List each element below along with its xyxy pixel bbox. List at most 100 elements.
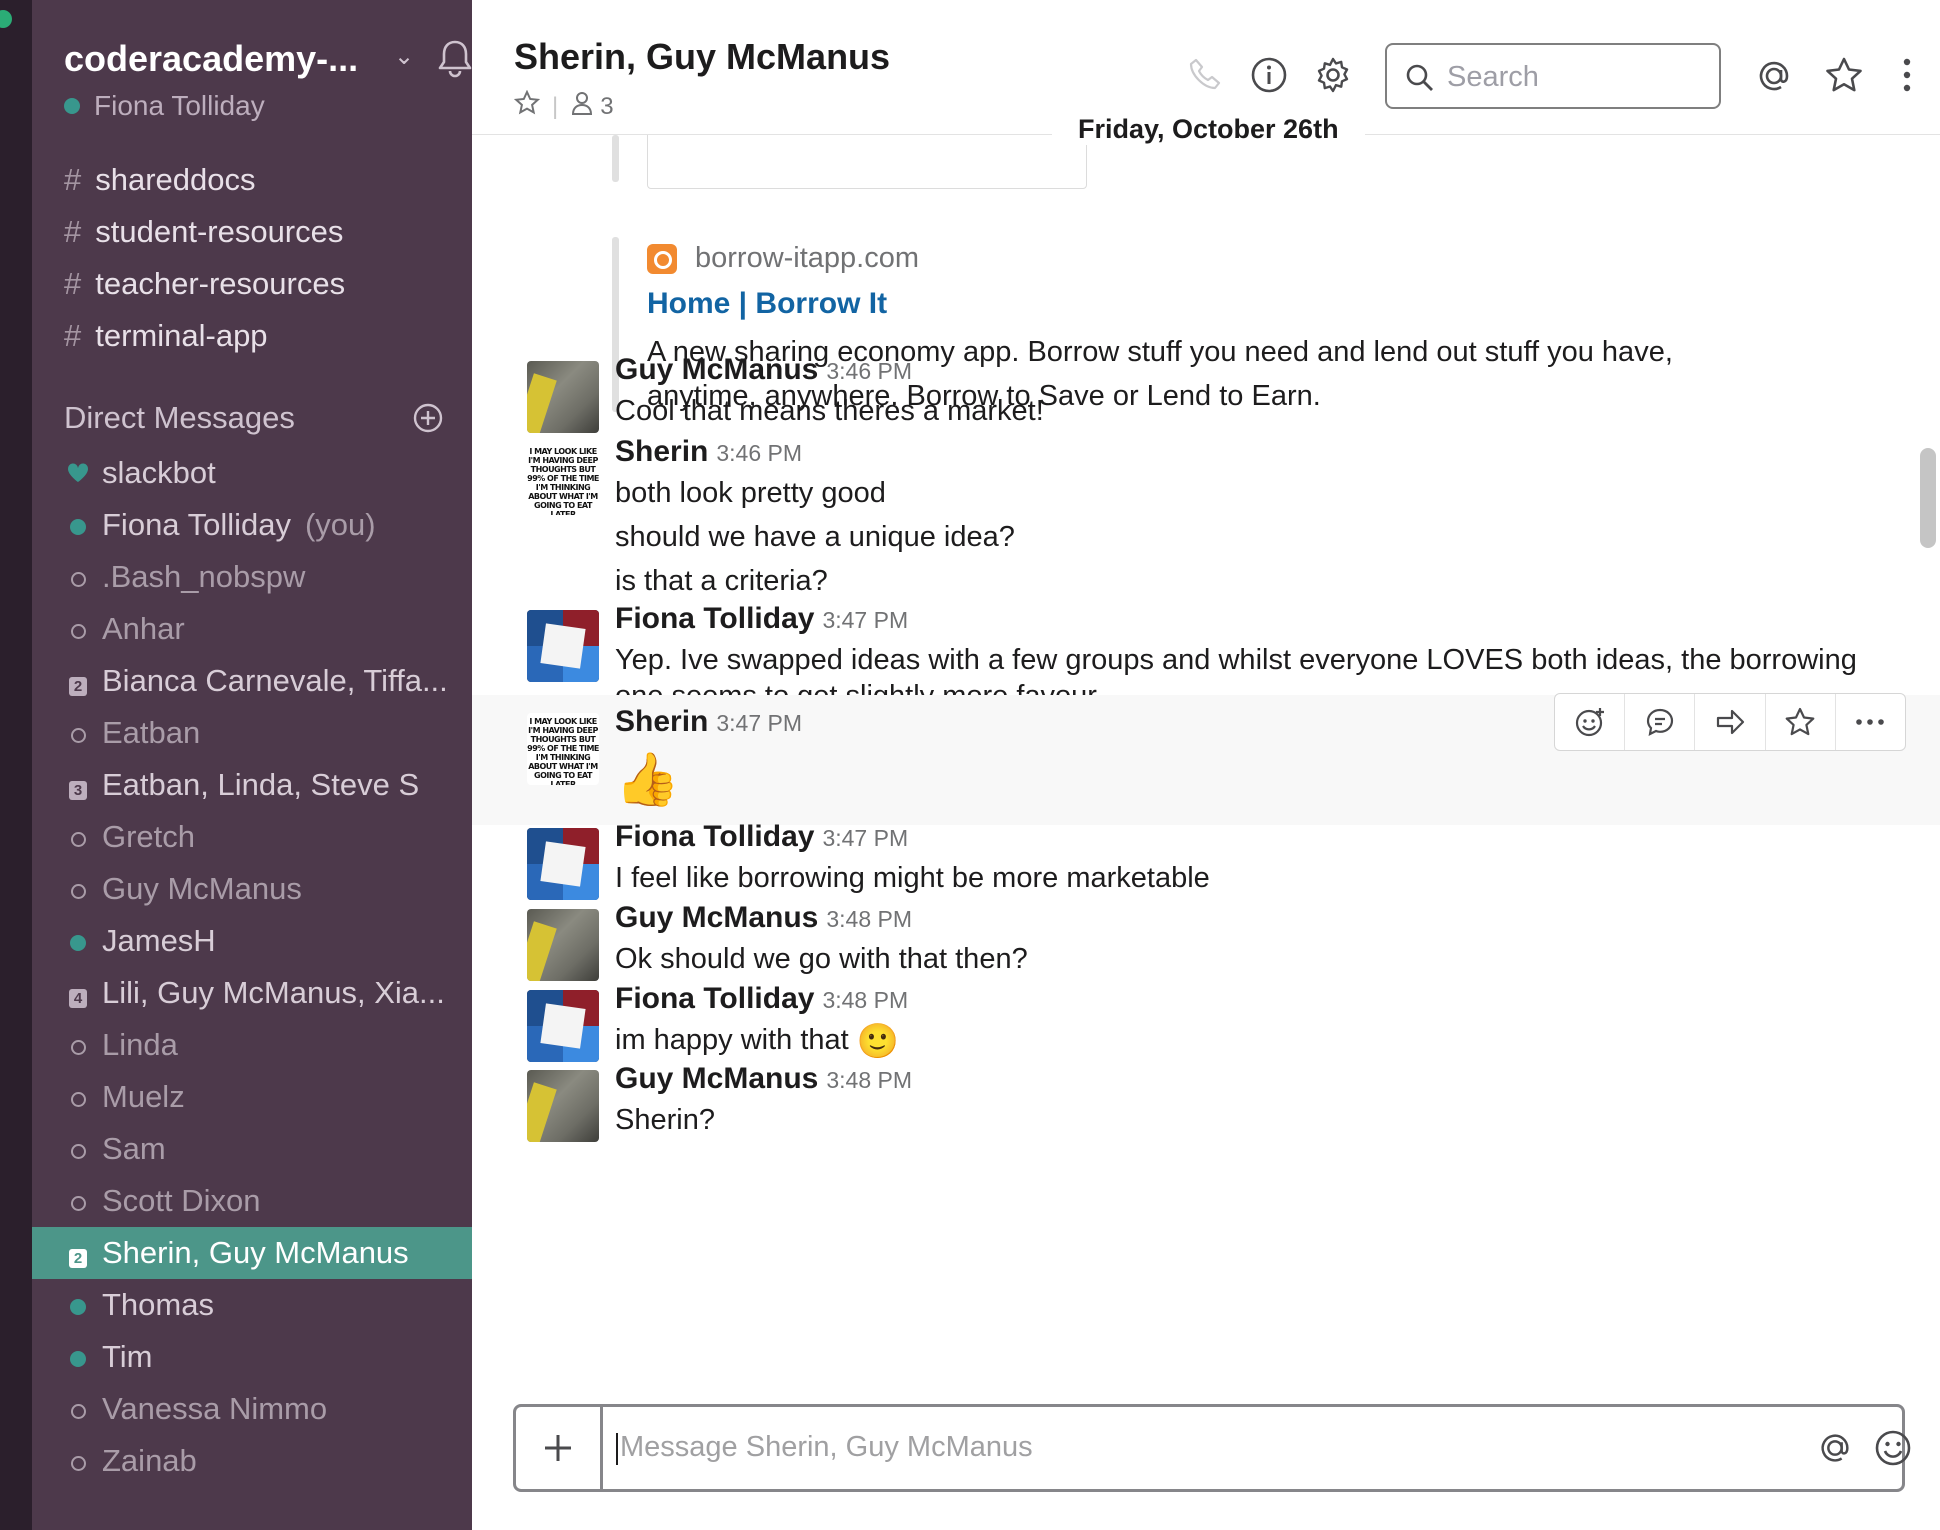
- dm-item[interactable]: Sam: [32, 1123, 472, 1175]
- message-timestamp[interactable]: 3:47 PM: [822, 607, 908, 633]
- message-composer[interactable]: Message Sherin, Guy McManus: [513, 1404, 1911, 1492]
- unfurl-title-link[interactable]: Home | Borrow It: [647, 287, 887, 321]
- message-timestamp[interactable]: 3:47 PM: [822, 825, 908, 851]
- message-timestamp[interactable]: 3:48 PM: [826, 906, 912, 932]
- dm-item[interactable]: Vanessa Nimmo: [32, 1383, 472, 1435]
- avatar[interactable]: [527, 1070, 599, 1142]
- star-icon[interactable]: [513, 89, 541, 123]
- dm-item[interactable]: Gretch: [32, 811, 472, 863]
- dm-item[interactable]: Eatban: [32, 707, 472, 759]
- avatar[interactable]: [527, 828, 599, 900]
- add-attachment-button[interactable]: [516, 1407, 603, 1489]
- message-author[interactable]: Guy McManus: [615, 1062, 818, 1095]
- avatar[interactable]: [527, 361, 599, 433]
- star-message-icon[interactable]: [1766, 694, 1836, 750]
- meta-separator: |: [552, 92, 559, 120]
- dm-item[interactable]: 3 Eatban, Linda, Steve S: [32, 759, 472, 811]
- dm-item[interactable]: Linda: [32, 1019, 472, 1071]
- conversation-meta: | 3: [513, 89, 614, 123]
- message[interactable]: Guy McManus 3:48 PM Sherin?: [472, 1062, 1940, 1143]
- share-icon[interactable]: [1695, 694, 1766, 750]
- message-author[interactable]: Sherin: [615, 435, 708, 468]
- dm-item[interactable]: slackbot: [32, 447, 472, 499]
- message-timestamp[interactable]: 3:48 PM: [826, 1067, 912, 1093]
- more-actions-icon[interactable]: [1836, 694, 1905, 750]
- message-timestamp[interactable]: 3:46 PM: [826, 358, 912, 384]
- team-menu[interactable]: coderacademy-... ⌄: [64, 38, 472, 80]
- add-dm-icon[interactable]: [412, 402, 444, 434]
- message[interactable]: Guy McManus 3:48 PM Ok should we go with t…: [472, 901, 1940, 982]
- message-author[interactable]: Guy McManus: [615, 353, 818, 386]
- presence-away-icon: [70, 883, 86, 899]
- message-timestamp[interactable]: 3:48 PM: [822, 987, 908, 1013]
- presence-away-icon: [70, 1143, 86, 1159]
- dm-item[interactable]: .Bash_nobspw: [32, 551, 472, 603]
- dm-item[interactable]: Thomas: [32, 1279, 472, 1331]
- thread-reply-icon[interactable]: [1625, 694, 1696, 750]
- dm-item[interactable]: JamesH: [32, 915, 472, 967]
- presence-away-icon: [70, 623, 86, 639]
- attachment-preview[interactable]: [647, 135, 1087, 189]
- member-count[interactable]: 3: [600, 93, 613, 121]
- message-author[interactable]: Fiona Tolliday: [615, 982, 814, 1015]
- team-name[interactable]: coderacademy-...: [64, 38, 358, 80]
- dm-item[interactable]: Tim: [32, 1331, 472, 1383]
- avatar[interactable]: I MAY LOOK LIKE I'M HAVING DEEP THOUGHTS…: [527, 713, 599, 785]
- message-timestamp[interactable]: 3:46 PM: [716, 440, 802, 466]
- presence-indicator: 4: [64, 967, 92, 1019]
- message[interactable]: I MAY LOOK LIKE I'M HAVING DEEP THOUGHTS…: [472, 435, 1940, 602]
- message-timestamp[interactable]: 3:47 PM: [716, 710, 802, 736]
- more-vertical-icon[interactable]: [1900, 56, 1914, 99]
- dm-item[interactable]: Guy McManus: [32, 863, 472, 915]
- add-reaction-icon[interactable]: [1555, 694, 1626, 750]
- dm-item[interactable]: Fiona Tolliday (you): [32, 499, 472, 551]
- message-actions: [1554, 693, 1906, 751]
- starred-items-icon[interactable]: [1824, 56, 1864, 101]
- hash-icon: #: [64, 266, 82, 301]
- avatar[interactable]: [527, 990, 599, 1062]
- dm-item[interactable]: Zainab: [32, 1435, 472, 1487]
- avatar[interactable]: [527, 909, 599, 981]
- dm-item[interactable]: Muelz: [32, 1071, 472, 1123]
- info-icon[interactable]: [1250, 56, 1288, 99]
- search-input[interactable]: Search: [1385, 43, 1721, 109]
- emoji-icon[interactable]: [1874, 1429, 1912, 1472]
- presence-indicator: [64, 915, 92, 967]
- dm-item[interactable]: 2 Sherin, Guy McManus: [32, 1227, 472, 1279]
- message[interactable]: Guy McManus 3:46 PM Cool that means theres…: [472, 353, 1940, 434]
- dm-item[interactable]: 2 Bianca Carnevale, Tiffa...: [32, 655, 472, 707]
- gear-icon[interactable]: [1314, 56, 1352, 99]
- dm-item[interactable]: 4 Lili, Guy McManus, Xia...: [32, 967, 472, 1019]
- message-author[interactable]: Fiona Tolliday: [615, 602, 814, 635]
- message[interactable]: I MAY LOOK LIKE I'M HAVING DEEP THOUGHTS…: [472, 693, 1940, 825]
- mentions-icon[interactable]: [1754, 56, 1794, 101]
- scrollbar[interactable]: [1920, 448, 1936, 548]
- message-author[interactable]: Guy McManus: [615, 901, 818, 934]
- dm-item[interactable]: Anhar: [32, 603, 472, 655]
- message-author[interactable]: Fiona Tolliday: [615, 820, 814, 853]
- dm-item[interactable]: Scott Dixon: [32, 1175, 472, 1227]
- dm-label: Zainab: [102, 1443, 197, 1478]
- message-author[interactable]: Sherin: [615, 705, 708, 738]
- channel-item[interactable]: # student-resources: [32, 206, 472, 258]
- bell-icon[interactable]: [436, 38, 472, 83]
- channel-item[interactable]: # terminal-app: [32, 310, 472, 362]
- mention-icon[interactable]: [1816, 1429, 1854, 1472]
- chevron-down-icon[interactable]: ⌄: [394, 42, 414, 71]
- presence-away-icon: [70, 1455, 86, 1471]
- phone-icon[interactable]: [1187, 56, 1223, 97]
- message[interactable]: Fiona Tolliday 3:48 PM im happy with that …: [472, 982, 1940, 1063]
- date-divider[interactable]: Friday, October 26th: [1052, 114, 1365, 145]
- conversation-title[interactable]: Sherin, Guy McManus: [514, 36, 890, 78]
- channel-item[interactable]: # shareddocs: [32, 154, 472, 206]
- avatar[interactable]: [527, 610, 599, 682]
- members-icon[interactable]: [570, 90, 594, 123]
- presence-indicator: [64, 1331, 92, 1383]
- presence-indicator: 2: [64, 1227, 92, 1279]
- direct-messages-header[interactable]: Direct Messages: [64, 400, 295, 436]
- avatar[interactable]: I MAY LOOK LIKE I'M HAVING DEEP THOUGHTS…: [527, 443, 599, 515]
- channel-item[interactable]: # teacher-resources: [32, 258, 472, 310]
- message-input[interactable]: Message Sherin, Guy McManus: [620, 1431, 1033, 1464]
- hash-icon: #: [64, 318, 82, 353]
- message[interactable]: Fiona Tolliday 3:47 PM I feel like borrowi…: [472, 820, 1940, 901]
